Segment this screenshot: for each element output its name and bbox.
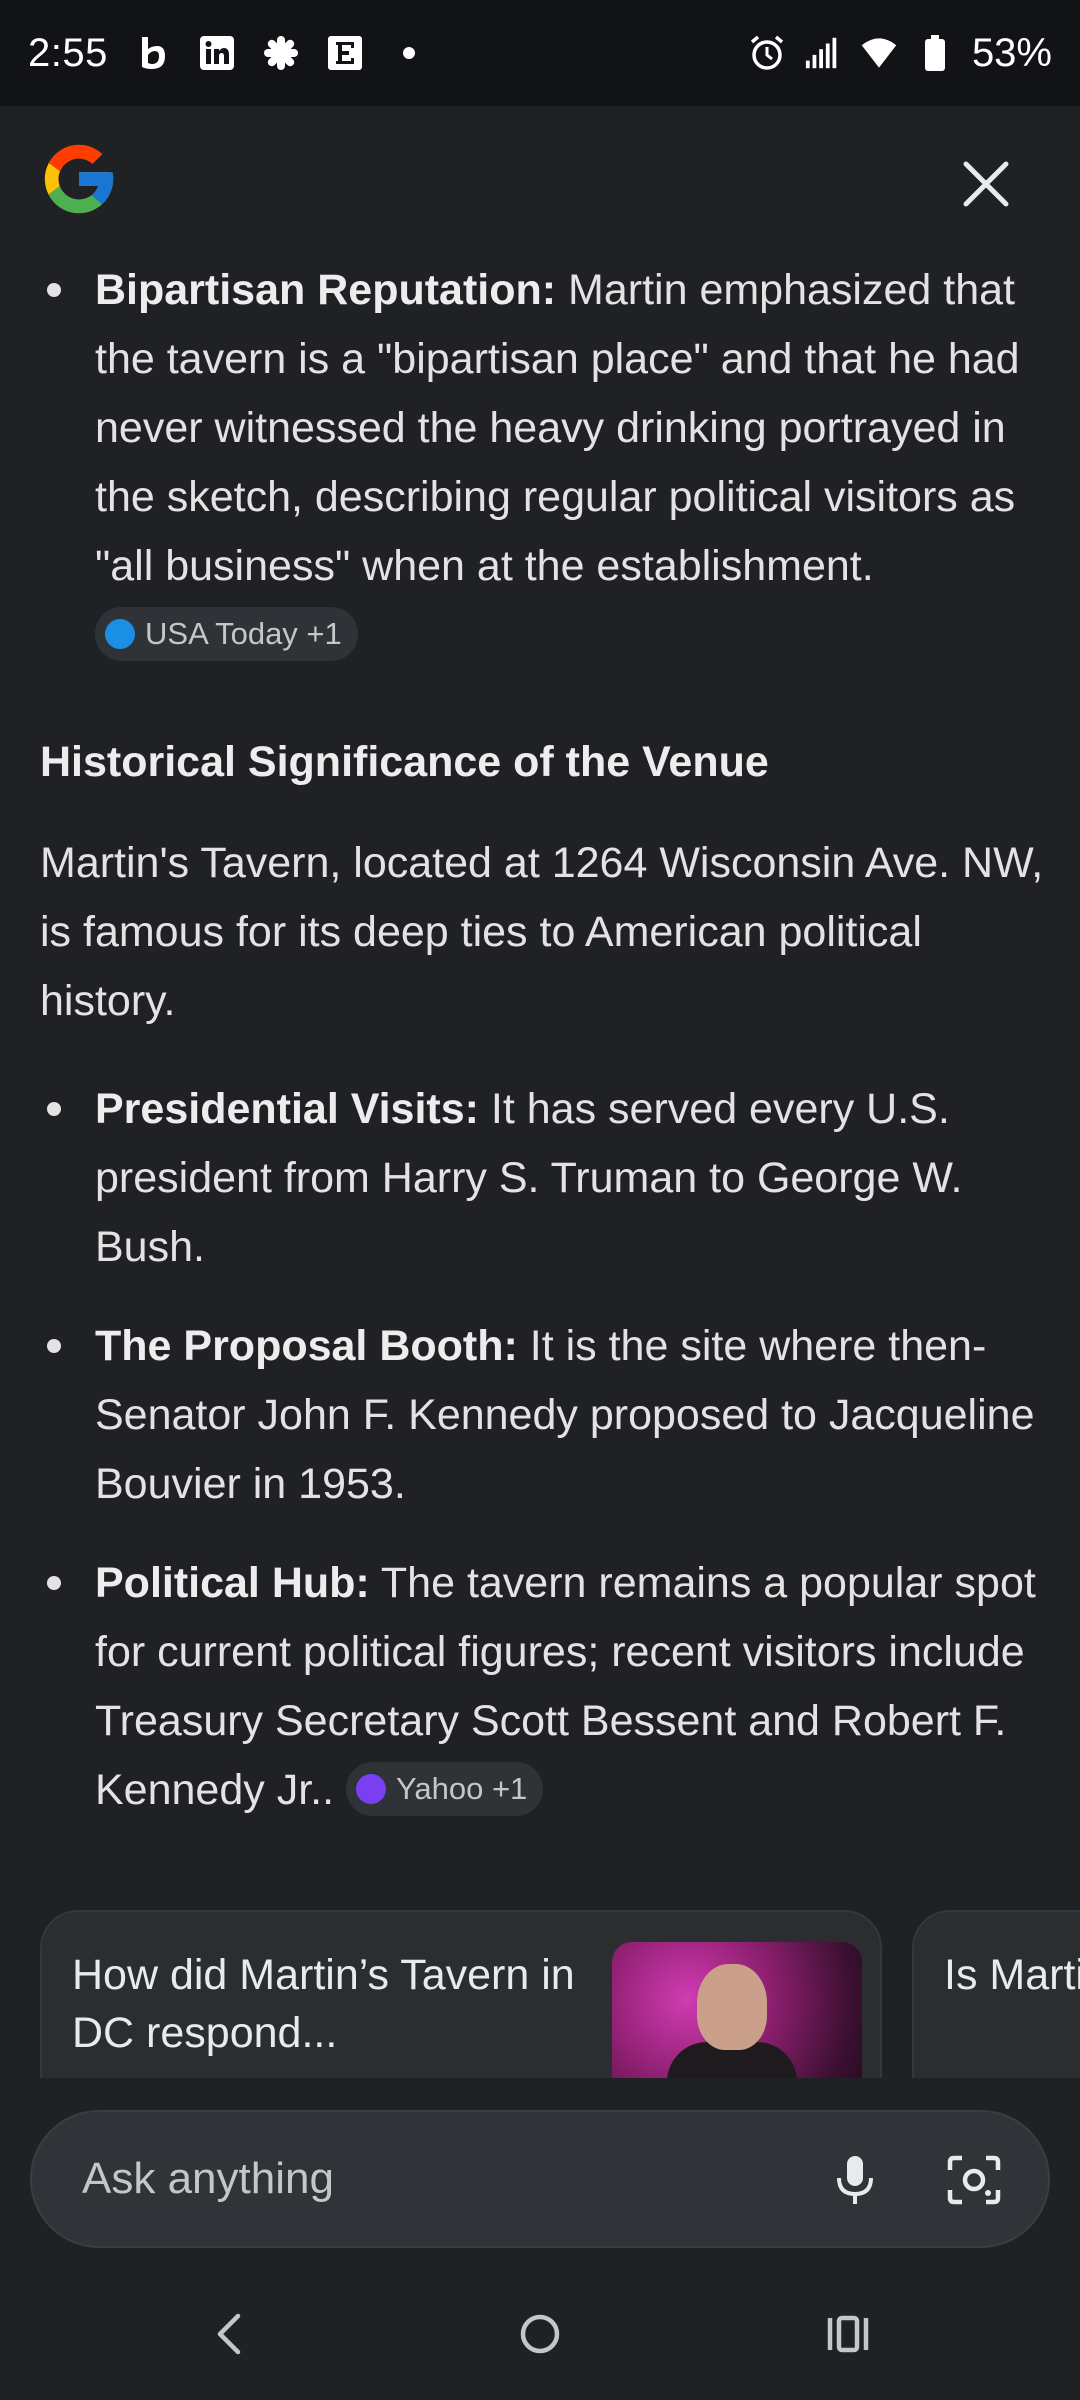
bullet-dot <box>47 1102 61 1116</box>
bullet-title: The Proposal Booth: <box>95 1322 518 1370</box>
bullet-title: Bipartisan Reputation: <box>95 266 557 314</box>
yahoo-icon <box>356 1773 386 1804</box>
status-bar: 2:55 53% <box>0 0 1080 106</box>
dot-icon <box>390 34 428 72</box>
slack-icon <box>262 34 300 72</box>
home-icon[interactable] <box>510 2304 570 2364</box>
close-button[interactable] <box>958 156 1014 212</box>
google-logo <box>38 138 120 220</box>
alarm-icon <box>748 34 786 72</box>
source-chip-label: Yahoo +1 <box>396 1771 528 1807</box>
search-input[interactable]: Ask anything <box>82 2154 334 2204</box>
card-title: How did Martin’s Tavern in DC respond... <box>72 1951 575 2057</box>
usa-today-icon <box>105 618 135 649</box>
microphone-icon[interactable] <box>827 2152 883 2208</box>
thumb-face <box>697 1964 767 2050</box>
section-heading: Historical Significance of the Venue <box>40 738 769 786</box>
wifi-icon <box>860 34 898 72</box>
section-intro: Martin's Tavern, located at 1264 Wiscons… <box>40 839 1044 1025</box>
camera-lens-icon[interactable] <box>944 2152 1004 2208</box>
bullet-dot <box>47 283 61 297</box>
bullet-dot <box>47 1339 61 1353</box>
source-chip[interactable]: USA Today +1 <box>95 606 358 661</box>
source-chip[interactable]: Yahoo +1 <box>346 1761 544 1816</box>
related-card[interactable]: How did Martin’s Tavern in DC respond... <box>40 1910 882 2078</box>
linkedin-icon <box>198 34 236 72</box>
battery-percent: 53% <box>971 30 1052 75</box>
search-bar[interactable]: Ask anything <box>30 2110 1050 2248</box>
battery-icon <box>916 34 954 72</box>
status-time: 2:55 <box>28 30 108 75</box>
list-item: The Proposal Booth: It is the site where… <box>47 1312 1045 1519</box>
navigation-bar <box>0 2270 1080 2400</box>
list-item: Bipartisan Reputation: Martin emphasized… <box>47 256 1045 670</box>
related-cards: How did Martin’s Tavern in DC respond...… <box>0 1910 1080 2078</box>
recent-apps-icon[interactable] <box>818 2304 878 2364</box>
bullet-text: Martin emphasized that the tavern is a "… <box>95 266 1020 590</box>
b-app-icon <box>134 34 172 72</box>
bullet-dot <box>47 1576 61 1590</box>
card-thumbnail <box>612 1942 862 2078</box>
list-item: Presidential Visits: It has served every… <box>47 1075 1045 1282</box>
e-app-icon <box>326 34 364 72</box>
bullet-title: Political Hub: <box>95 1559 370 1607</box>
card-title: Is Martin’s Tavern 'SNL' s... <box>944 1951 1080 1999</box>
back-icon[interactable] <box>200 2304 260 2364</box>
bullet-title: Presidential Visits: <box>95 1085 479 1133</box>
related-card[interactable]: Is Martin’s Tavern 'SNL' s... <box>912 1910 1080 2078</box>
list-item: Political Hub: The tavern remains a popu… <box>47 1549 1045 1825</box>
source-chip-label: USA Today +1 <box>145 616 342 652</box>
signal-icon <box>804 34 842 72</box>
